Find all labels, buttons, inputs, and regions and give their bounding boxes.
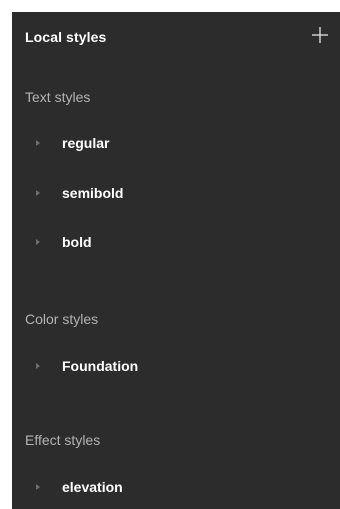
local-styles-panel: Local styles Text styles regular semibol…	[12, 12, 340, 509]
caret-right-icon[interactable]	[36, 363, 40, 369]
caret-right-icon[interactable]	[36, 140, 40, 146]
style-group-label: elevation	[62, 479, 123, 495]
style-group-bold[interactable]: bold	[12, 227, 340, 259]
style-group-foundation[interactable]: Foundation	[12, 351, 340, 383]
section-title-color-styles: Color styles	[25, 311, 99, 327]
plus-icon	[312, 27, 328, 43]
caret-right-icon[interactable]	[36, 484, 40, 490]
section-title-effect-styles: Effect styles	[25, 432, 101, 448]
style-group-label: bold	[62, 234, 92, 250]
style-group-label: regular	[62, 135, 110, 151]
caret-right-icon[interactable]	[36, 190, 40, 196]
style-group-label: Foundation	[62, 358, 139, 374]
caret-right-icon[interactable]	[36, 239, 40, 245]
add-style-button[interactable]	[309, 24, 331, 46]
section-title-text-styles: Text styles	[25, 89, 91, 105]
style-group-semibold[interactable]: semibold	[12, 178, 340, 210]
style-group-label: semibold	[62, 185, 124, 201]
panel-title: Local styles	[25, 29, 107, 45]
panel-header: Local styles	[12, 12, 340, 62]
style-group-elevation[interactable]: elevation	[12, 472, 340, 504]
style-group-regular[interactable]: regular	[12, 128, 340, 160]
